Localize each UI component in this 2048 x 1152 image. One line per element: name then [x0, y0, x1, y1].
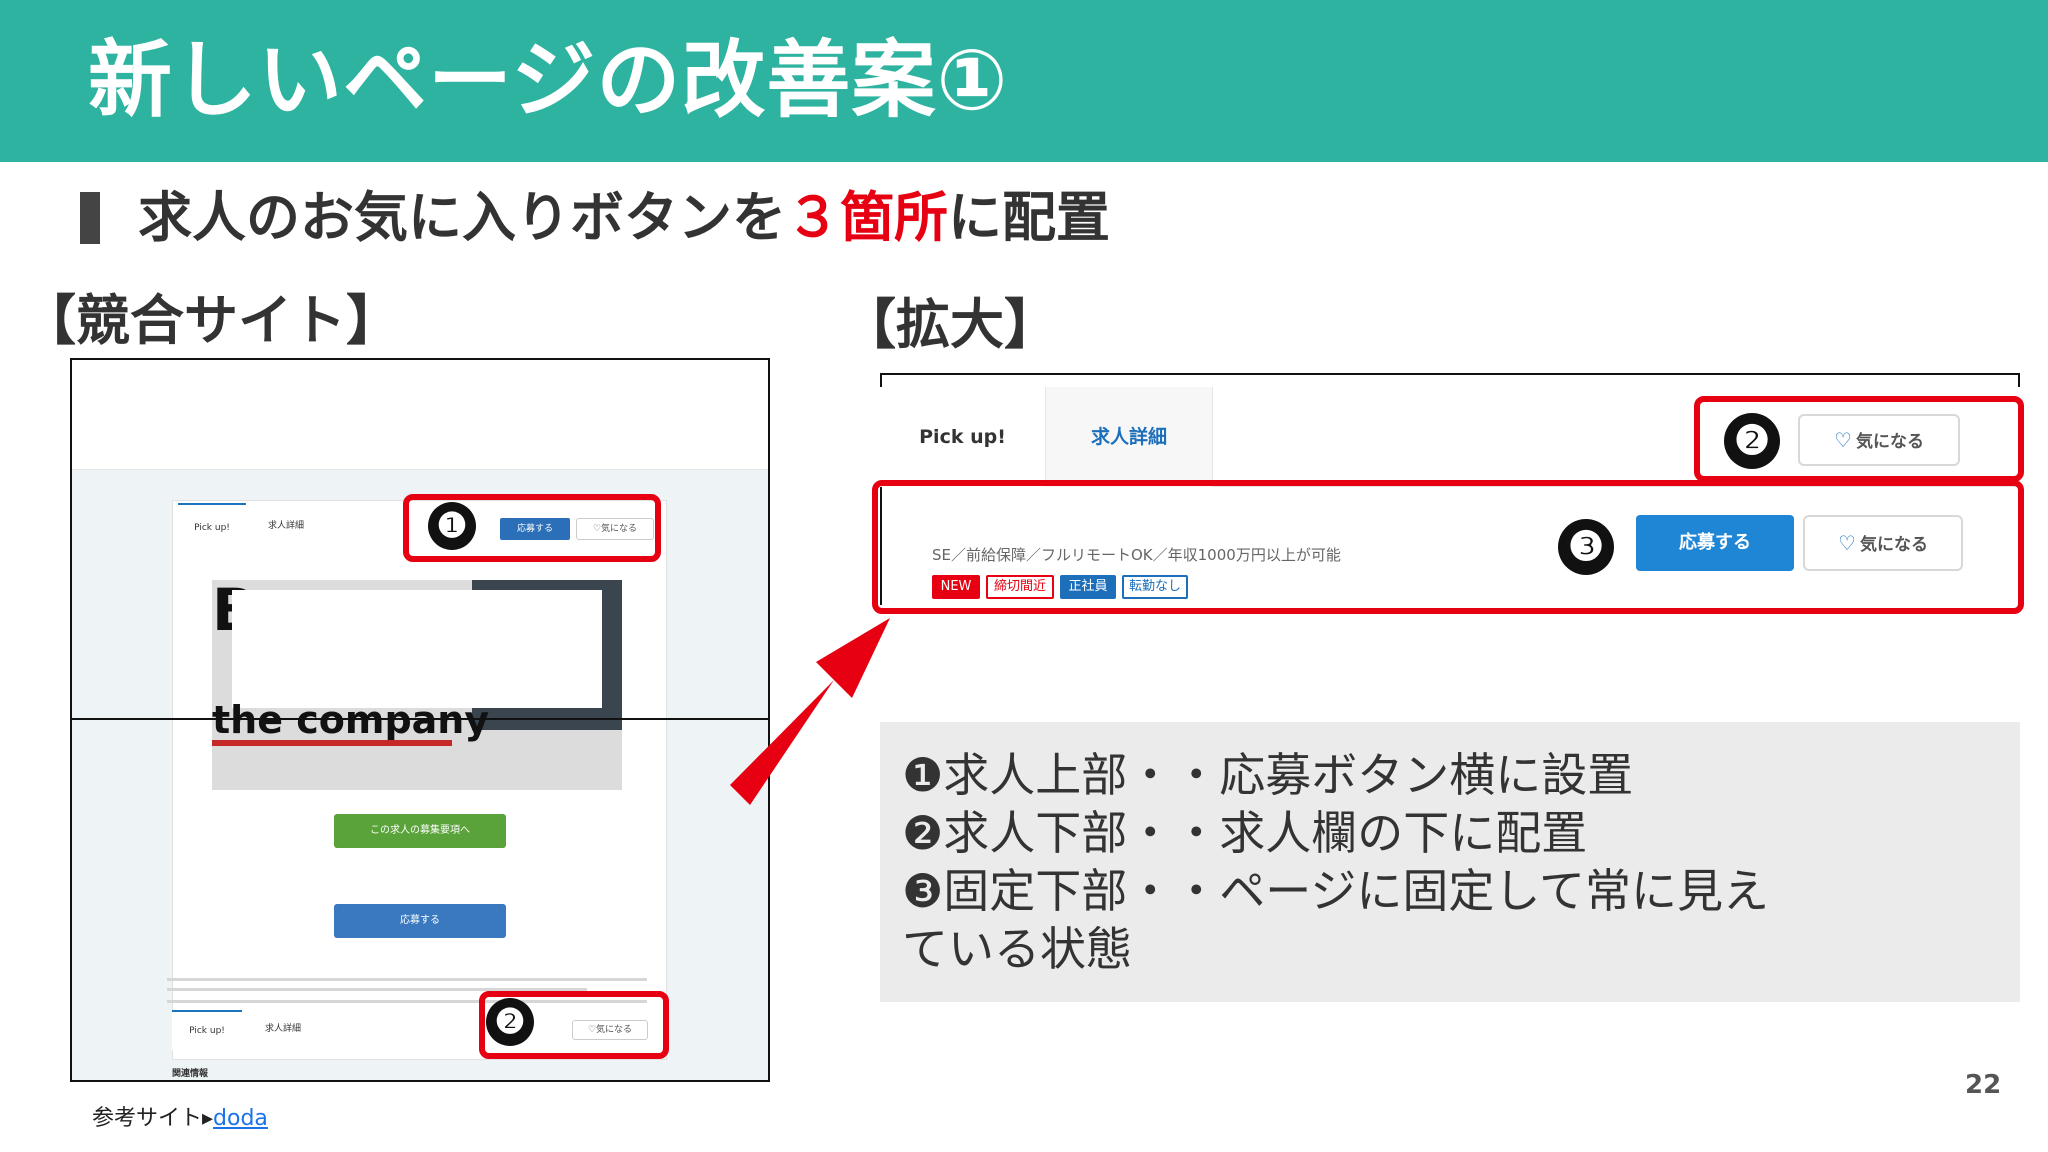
note-line-1: ❶求人上部・・応募ボタン横に設置 — [902, 748, 1634, 802]
screenshot-divider — [72, 718, 768, 720]
badge-3: ❸ — [1558, 519, 1614, 575]
reference-link[interactable]: doda — [213, 1106, 268, 1131]
subtitle-bar — [80, 192, 100, 244]
reference: 参考サイト▸doda — [92, 1100, 268, 1132]
badge-2-zoom: ❷ — [1724, 413, 1780, 469]
mini-tab-pickup[interactable]: Pick up! — [178, 503, 246, 551]
competitor-label: 【競合サイト】 — [22, 289, 400, 352]
arrow-shape — [730, 618, 890, 805]
bottom-tab-pickup[interactable]: Pick up! — [172, 1010, 242, 1050]
callout-box-3-zoom — [872, 480, 2024, 614]
note-line-2: ❷求人下部・・求人欄の下に配置 — [902, 806, 1588, 860]
zoom-label: 【拡大】 — [842, 293, 1058, 356]
zoom-tab-pickup[interactable]: Pick up! — [880, 387, 1045, 487]
mini-tab-detail[interactable]: 求人詳細 — [252, 503, 320, 551]
badge-2: ❷ — [486, 998, 534, 1046]
zoom-tab-detail[interactable]: 求人詳細 — [1045, 387, 1213, 487]
slide-subtitle: 求人のお気に入りボタンを３箇所に配置 — [138, 180, 1110, 256]
badge-1: ❶ — [428, 502, 476, 550]
slide-title: 新しいページの改善案① — [88, 31, 1009, 129]
bottom-tab-detail[interactable]: 求人詳細 — [248, 1010, 318, 1050]
slide-header: 新しいページの改善案① — [0, 0, 2048, 162]
subtitle-accent: ３箇所 — [786, 186, 948, 249]
subtitle-after: に配置 — [948, 186, 1110, 249]
apply-button-large[interactable]: 応募する — [334, 904, 506, 938]
note-line-4: ている状態 — [902, 922, 1132, 976]
related-info-label: 関連情報 — [172, 1069, 209, 1079]
hero-red-underline — [212, 740, 452, 746]
page-number: 22 — [1965, 1070, 2002, 1100]
subtitle-before: 求人のお気に入りボタンを — [138, 186, 786, 249]
notes-box: ❶求人上部・・応募ボタン横に設置 ❷求人下部・・求人欄の下に配置 ❸固定下部・・… — [880, 722, 2020, 1002]
screenshot-top-band — [72, 360, 768, 470]
job-details-button[interactable]: この求人の募集要項へ — [334, 814, 506, 848]
arrow-icon — [730, 618, 890, 805]
fine-print-line — [167, 978, 647, 981]
hero-company-text: the company — [212, 698, 490, 742]
note-line-3: ❸固定下部・・ページに固定して常に見え — [902, 864, 1769, 918]
hero-image: B the company — [212, 580, 622, 790]
competitor-screenshot: Pick up! 求人詳細 応募する ♡気になる B the company こ… — [70, 358, 770, 1082]
hero-white-box — [232, 590, 602, 708]
reference-label: 参考サイト▸ — [92, 1106, 214, 1131]
